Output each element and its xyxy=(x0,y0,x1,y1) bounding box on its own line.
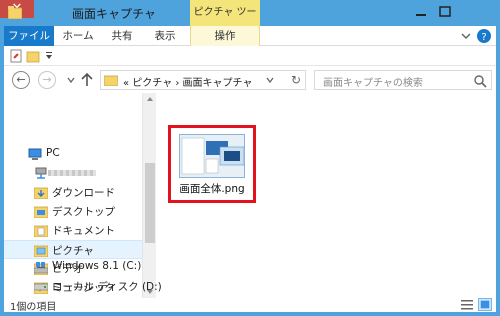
details-view-icon[interactable] xyxy=(460,298,474,311)
nav-pane-scrollbar[interactable] xyxy=(142,93,156,298)
window-title: 画面キャプチャ xyxy=(72,7,156,21)
tree-item-label: ダウンロード xyxy=(52,187,115,199)
network-drive-icon xyxy=(35,167,47,179)
refresh-button[interactable]: ↻ xyxy=(289,73,303,87)
redacted-label xyxy=(48,170,96,176)
scroll-up-icon[interactable] xyxy=(146,95,154,103)
address-bar[interactable]: « ピクチャ › 画面キャプチャ ↻ xyxy=(100,70,306,90)
tree-item-network-drive[interactable] xyxy=(4,164,142,183)
properties-icon[interactable] xyxy=(10,49,24,63)
tree-item-documents[interactable]: ドキュメント xyxy=(4,221,142,240)
search-input[interactable]: 画面キャプチャの検索 xyxy=(314,70,492,90)
quick-access-toolbar xyxy=(4,46,496,66)
tab-file[interactable]: ファイル xyxy=(4,26,54,46)
picture-tools-context-header: ピクチャ ツール xyxy=(190,0,260,44)
recent-locations-icon[interactable] xyxy=(67,76,75,84)
tree-item-windows-drive[interactable]: Windows 8.1 (C:) xyxy=(4,258,142,277)
tree-item-label: ピクチャ xyxy=(52,245,94,257)
tree-item-label: ドキュメント xyxy=(52,225,115,237)
minimize-button[interactable] xyxy=(410,4,432,20)
ribbon-tabs: ファイル ホーム 共有 表示 操作 ? xyxy=(4,26,496,46)
tree-item-pictures[interactable]: ピクチャ xyxy=(4,240,142,259)
disk-drive-icon xyxy=(34,283,48,291)
explorer-window: 画面キャプチャ ピクチャ ツール ✕ ファイル ホーム 共有 表示 操作 ? xyxy=(0,0,500,316)
forward-button[interactable]: → xyxy=(38,71,56,89)
tree-item-label: PC xyxy=(46,147,60,159)
tree-item-pc[interactable]: PC xyxy=(4,145,142,164)
file-list-pane: 画面全体.png xyxy=(156,93,496,298)
file-item[interactable]: 画面全体.png xyxy=(168,125,256,203)
tree-item-local-disk[interactable]: ローカル ディスク (D:) xyxy=(4,277,162,296)
title-bar: 画面キャプチャ ピクチャ ツール ✕ xyxy=(0,0,500,44)
tree-item-label: デスクトップ xyxy=(52,206,115,218)
back-button[interactable]: ← xyxy=(12,71,30,89)
pc-icon xyxy=(28,148,42,160)
up-arrow-icon[interactable] xyxy=(80,72,94,88)
tab-manage[interactable]: 操作 xyxy=(190,26,260,46)
screenshot-thumbnail-image xyxy=(180,135,244,177)
tree-item-desktop[interactable]: デスクトップ xyxy=(4,202,142,221)
pictures-folder-icon xyxy=(34,245,48,257)
new-folder-icon[interactable] xyxy=(26,49,40,63)
tab-share[interactable]: 共有 xyxy=(104,26,140,46)
folder-icon xyxy=(8,6,22,19)
tab-home[interactable]: ホーム xyxy=(58,26,98,46)
chevron-down-icon[interactable] xyxy=(266,77,274,83)
item-count: 1個の項目 xyxy=(10,302,57,313)
download-folder-icon xyxy=(34,187,48,199)
address-path[interactable]: « ピクチャ › 画面キャプチャ xyxy=(123,74,252,89)
tab-view[interactable]: 表示 xyxy=(146,26,184,46)
file-thumbnail xyxy=(179,134,245,178)
chevron-down-icon[interactable] xyxy=(461,31,471,41)
folder-icon xyxy=(104,75,118,86)
customize-toolbar-icon[interactable] xyxy=(42,49,56,63)
file-name: 画面全体.png xyxy=(179,183,245,195)
windows-drive-icon xyxy=(34,262,48,274)
help-icon[interactable]: ? xyxy=(476,28,492,44)
search-icon[interactable] xyxy=(473,74,487,88)
search-placeholder: 画面キャプチャの検索 xyxy=(323,78,423,89)
tree-item-downloads[interactable]: ダウンロード xyxy=(4,183,142,202)
tree-item-label: ローカル ディスク (D:) xyxy=(52,281,162,293)
status-bar: 1個の項目 xyxy=(4,298,496,313)
scrollbar-thumb[interactable] xyxy=(145,163,155,243)
large-icons-view-icon[interactable] xyxy=(478,298,492,311)
tree-item-label: Windows 8.1 (C:) xyxy=(52,260,142,272)
navigation-bar: ← → « ピクチャ › 画面キャプチャ ↻ 画面キャプチャの検索 xyxy=(4,67,496,93)
maximize-button[interactable] xyxy=(434,4,456,20)
desktop-folder-icon xyxy=(34,206,48,218)
svg-text:?: ? xyxy=(481,32,486,43)
documents-folder-icon xyxy=(34,225,48,237)
